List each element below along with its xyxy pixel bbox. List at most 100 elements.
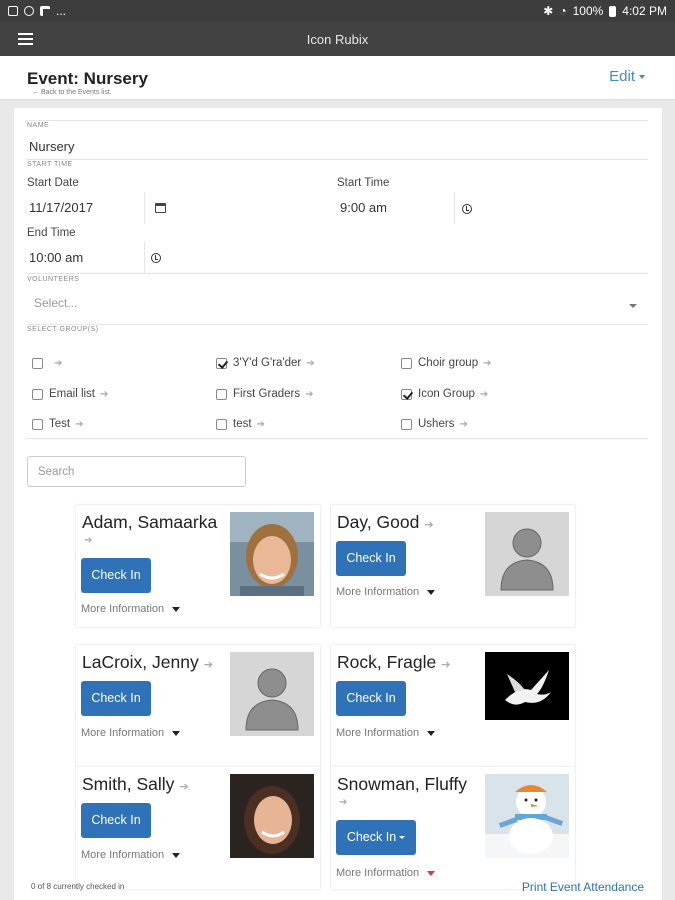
group-checkbox-3[interactable]: Email list ➔ xyxy=(32,386,108,402)
group-label: 3'Y'd G'ra'der xyxy=(233,357,302,369)
person-card: LaCroix, Jenny ➔ Check In More Informatio… xyxy=(76,645,320,767)
group-checkbox-5[interactable]: Icon Group ➔ xyxy=(401,386,488,402)
volunteers-label: VOLUNTEERS xyxy=(27,276,80,283)
checkbox[interactable] xyxy=(401,357,412,369)
divider xyxy=(26,120,648,121)
chevron-down-icon[interactable] xyxy=(629,304,637,308)
person-card: Snowman, Fluffy ➔ Check In More Informat… xyxy=(331,767,575,889)
check-in-button[interactable]: Check In xyxy=(81,803,151,838)
person-name[interactable]: Rock, Fragle ➔ xyxy=(337,652,450,673)
group-label: Test xyxy=(49,418,71,430)
check-in-button[interactable]: Check In xyxy=(336,541,406,576)
back-arrow-icon: ← xyxy=(32,89,41,96)
group-checkbox-0[interactable]: ➔ xyxy=(32,355,62,371)
checkbox[interactable] xyxy=(216,388,227,400)
check-in-button[interactable]: Check In xyxy=(336,681,406,716)
flipboard-notification-icon xyxy=(40,6,50,16)
group-checkbox-6[interactable]: Test ➔ xyxy=(32,416,83,432)
check-in-button[interactable]: Check In xyxy=(81,558,151,593)
divider xyxy=(144,242,145,274)
checkbox[interactable] xyxy=(401,388,412,400)
link-arrow-icon[interactable]: ➔ xyxy=(100,389,108,400)
person-name-text: Day, Good xyxy=(337,512,420,532)
search-input[interactable] xyxy=(27,456,246,487)
dove-image-icon xyxy=(485,652,569,720)
link-arrow-icon[interactable]: ➔ xyxy=(54,358,62,369)
divider xyxy=(454,192,455,224)
link-arrow-icon[interactable]: ➔ xyxy=(75,419,83,430)
link-arrow-icon[interactable]: ➔ xyxy=(306,358,314,369)
more-information-toggle[interactable]: More Information xyxy=(336,586,436,598)
person-name[interactable]: LaCroix, Jenny ➔ xyxy=(82,652,213,673)
person-name[interactable]: Snowman, Fluffy xyxy=(337,774,467,795)
link-arrow-icon[interactable]: ➔ xyxy=(84,535,92,546)
checkbox[interactable] xyxy=(32,418,43,430)
clock-time: 4:02 PM xyxy=(622,4,667,18)
more-information-label: More Information xyxy=(336,586,420,598)
more-information-toggle[interactable]: More Information xyxy=(336,727,436,739)
start-time-section-label: START TIME xyxy=(27,161,73,168)
more-information-toggle[interactable]: More Information xyxy=(336,867,436,879)
caret-down-icon xyxy=(172,730,181,736)
link-arrow-icon[interactable]: ➔ xyxy=(305,389,313,400)
link-arrow-icon[interactable]: ➔ xyxy=(339,797,347,808)
person-name[interactable]: Smith, Sally ➔ xyxy=(82,774,189,795)
start-date-field[interactable]: 11/17/2017 xyxy=(29,200,93,215)
person-silhouette-icon xyxy=(485,512,569,596)
start-time-field[interactable]: 9:00 am xyxy=(340,200,387,215)
link-arrow-icon[interactable]: ➔ xyxy=(441,658,450,671)
start-date-label: Start Date xyxy=(27,177,79,189)
group-checkbox-8[interactable]: Ushers ➔ xyxy=(401,416,468,432)
person-silhouette-icon xyxy=(230,652,314,736)
group-checkbox-7[interactable]: test ➔ xyxy=(216,416,265,432)
checkbox[interactable] xyxy=(32,388,43,400)
checkbox[interactable] xyxy=(32,357,43,369)
checkbox[interactable] xyxy=(216,357,227,369)
link-arrow-icon[interactable]: ➔ xyxy=(424,518,433,531)
link-arrow-icon[interactable]: ➔ xyxy=(483,358,491,369)
volunteers-select[interactable]: Select... xyxy=(34,296,77,310)
divider xyxy=(26,324,648,325)
group-checkbox-1[interactable]: 3'Y'd G'ra'der ➔ xyxy=(216,355,315,371)
link-arrow-icon[interactable]: ➔ xyxy=(480,389,488,400)
divider xyxy=(26,438,648,439)
calendar-icon[interactable] xyxy=(155,203,166,213)
more-information-label: More Information xyxy=(336,727,420,739)
check-in-label: Check In xyxy=(346,830,397,844)
clock-icon[interactable] xyxy=(151,253,161,263)
print-attendance-link[interactable]: Print Event Attendance xyxy=(522,880,644,894)
person-name[interactable]: Day, Good ➔ xyxy=(337,512,434,533)
event-panel: NAME Nursery START TIME Start Date Start… xyxy=(14,108,662,900)
link-arrow-icon[interactable]: ➔ xyxy=(179,780,188,793)
more-information-toggle[interactable]: More Information xyxy=(81,603,181,615)
caret-down-icon xyxy=(427,730,436,736)
more-information-label: More Information xyxy=(81,727,165,739)
link-arrow-icon[interactable]: ➔ xyxy=(257,419,265,430)
check-in-dropdown-button[interactable]: Check In xyxy=(336,820,416,855)
end-time-field[interactable]: 10:00 am xyxy=(29,250,83,265)
person-name-text: LaCroix, Jenny xyxy=(82,652,199,672)
more-information-toggle[interactable]: More Information xyxy=(81,849,181,861)
page-header: Event: Nursery ← Back to the Events list… xyxy=(0,56,675,100)
link-arrow-icon[interactable]: ➔ xyxy=(204,658,213,671)
person-photo xyxy=(485,774,569,858)
clock-icon[interactable] xyxy=(462,204,472,214)
caret-down-icon xyxy=(639,75,645,80)
checkbox[interactable] xyxy=(401,418,412,430)
back-to-events-link[interactable]: ← Back to the Events list. xyxy=(32,89,112,96)
more-information-toggle[interactable]: More Information xyxy=(81,727,181,739)
person-card: Adam, Samaarka ➔ Check In More Informati… xyxy=(76,505,320,627)
bluetooth-icon: ✱ xyxy=(543,4,554,18)
battery-percent: 100% xyxy=(572,4,604,18)
name-field[interactable]: Nursery xyxy=(29,139,75,154)
person-card: Smith, Sally ➔ Check In More Information xyxy=(76,767,320,889)
snowman-image-icon xyxy=(485,774,569,858)
person-photo xyxy=(485,512,569,596)
check-in-button[interactable]: Check In xyxy=(81,681,151,716)
edit-dropdown-button[interactable]: Edit xyxy=(609,68,645,85)
checkbox[interactable] xyxy=(216,418,227,430)
person-name[interactable]: Adam, Samaarka xyxy=(82,512,217,533)
link-arrow-icon[interactable]: ➔ xyxy=(459,419,467,430)
group-checkbox-2[interactable]: Choir group ➔ xyxy=(401,355,491,371)
group-checkbox-4[interactable]: First Graders ➔ xyxy=(216,386,313,402)
